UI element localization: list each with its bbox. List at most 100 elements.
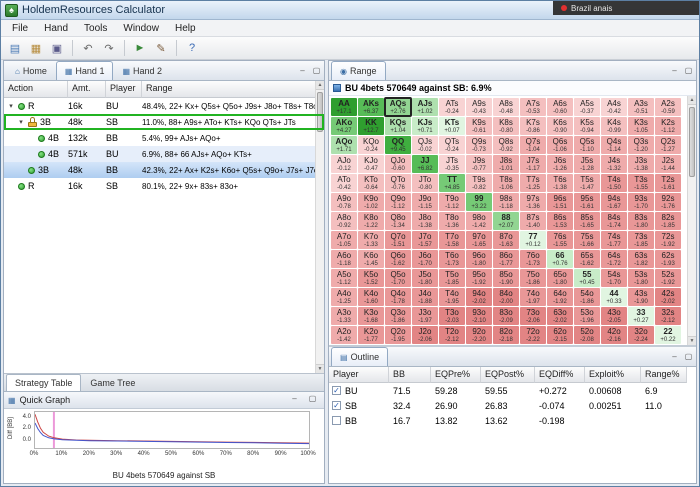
column-header-action[interactable]: Action (4, 81, 68, 98)
range-cell-aks[interactable]: AKs +6.37 (358, 98, 384, 116)
range-cell-94o[interactable]: 94o -2.02 (466, 288, 492, 306)
range-cell-93o[interactable]: 93o -2.10 (466, 307, 492, 325)
range-cell-a6o[interactable]: A6o -1.18 (331, 250, 357, 268)
save-icon[interactable]: ▣ (48, 39, 66, 57)
range-cell-a3o[interactable]: A3o -1.33 (331, 307, 357, 325)
player-checkbox-bb[interactable] (332, 416, 341, 425)
range-cell-j2s[interactable]: J2s -1.44 (655, 155, 681, 173)
range-cell-q4s[interactable]: Q4s -1.14 (601, 136, 627, 154)
range-cell-kto[interactable]: KTo -0.64 (358, 174, 384, 192)
range-cell-83o[interactable]: 83o -2.09 (493, 307, 519, 325)
range-cell-k2s[interactable]: K2s -1.12 (655, 117, 681, 135)
column-header-range-[interactable]: Range% (641, 367, 687, 383)
range-cell-q2o[interactable]: Q2o -1.95 (385, 326, 411, 344)
range-cell-j2o[interactable]: J2o -2.06 (412, 326, 438, 344)
undo-icon[interactable]: ↶ (79, 39, 97, 57)
range-cell-a9o[interactable]: A9o -0.78 (331, 193, 357, 211)
range-cell-q9s[interactable]: Q9s -0.73 (466, 136, 492, 154)
new-hand-icon[interactable]: ▤ (6, 39, 24, 57)
maximize-icon[interactable]: ▢ (682, 350, 695, 363)
range-cell-k8s[interactable]: K8s -0.80 (493, 117, 519, 135)
outline-row[interactable]: ✓ BU 71.5 59.28 59.55 +0.272 0.00608 6.9 (329, 383, 696, 398)
range-cell-q3o[interactable]: Q3o -1.86 (385, 307, 411, 325)
range-cell-t2s[interactable]: T2s -1.61 (655, 174, 681, 192)
range-cell-a4o[interactable]: A4o -1.25 (331, 288, 357, 306)
range-cell-k8o[interactable]: K8o -1.22 (358, 212, 384, 230)
range-cell-q7o[interactable]: Q7o -1.51 (385, 231, 411, 249)
range-cell-t7s[interactable]: T7s -1.25 (520, 174, 546, 192)
range-cell-62o[interactable]: 62o -2.15 (547, 326, 573, 344)
range-cell-22[interactable]: 22 +0.22 (655, 326, 681, 344)
range-cell-64o[interactable]: 64o -1.92 (547, 288, 573, 306)
column-header-player[interactable]: Player (106, 81, 142, 98)
range-cell-k3o[interactable]: K3o -1.68 (358, 307, 384, 325)
scroll-up-arrow[interactable]: ▲ (688, 96, 696, 105)
range-cell-t6o[interactable]: T6o -1.73 (439, 250, 465, 268)
range-cell-a8s[interactable]: A8s -0.48 (493, 98, 519, 116)
tab-outline[interactable]: ▤ Outline (331, 347, 389, 366)
calculate-icon[interactable]: ► (131, 39, 149, 57)
range-cell-88[interactable]: 88 +2.07 (493, 212, 519, 230)
range-cell-ato[interactable]: ATo -0.42 (331, 174, 357, 192)
range-cell-87o[interactable]: 87o -1.63 (493, 231, 519, 249)
range-cell-42o[interactable]: 42o -2.16 (601, 326, 627, 344)
range-cell-97o[interactable]: 97o -1.65 (466, 231, 492, 249)
outline-row[interactable]: ✓ SB 32.4 26.90 26.83 -0.074 0.00251 11.0 (329, 398, 696, 413)
range-cell-q4o[interactable]: Q4o -1.78 (385, 288, 411, 306)
range-cell-44[interactable]: 44 +0.33 (601, 288, 627, 306)
range-cell-k6s[interactable]: K6s -0.90 (547, 117, 573, 135)
range-cell-99[interactable]: 99 +3.22 (466, 193, 492, 211)
range-cell-k4s[interactable]: K4s -0.99 (601, 117, 627, 135)
range-cell-83s[interactable]: 83s -1.80 (628, 212, 654, 230)
column-header-exploit-[interactable]: Exploit% (585, 367, 641, 383)
help-icon[interactable]: ? (183, 39, 201, 57)
range-cell-76o[interactable]: 76o -1.73 (520, 250, 546, 268)
range-cell-j3o[interactable]: J3o -1.97 (412, 307, 438, 325)
range-cell-65s[interactable]: 65s -1.62 (574, 250, 600, 268)
range-cell-tt[interactable]: TT +4.85 (439, 174, 465, 192)
range-cell-63o[interactable]: 63o -2.02 (547, 307, 573, 325)
range-cell-75s[interactable]: 75s -1.66 (574, 231, 600, 249)
player-checkbox-sb[interactable]: ✓ (332, 401, 341, 410)
range-cell-j7s[interactable]: J7s -1.17 (520, 155, 546, 173)
range-cell-q5s[interactable]: Q5s -1.10 (574, 136, 600, 154)
range-cell-84s[interactable]: 84s -1.74 (601, 212, 627, 230)
range-cell-aa[interactable]: AA +17.1 (331, 98, 357, 116)
range-cell-q8o[interactable]: Q8o -1.34 (385, 212, 411, 230)
range-cell-t4o[interactable]: T4o -1.95 (439, 288, 465, 306)
range-cell-q9o[interactable]: Q9o -1.12 (385, 193, 411, 211)
range-cell-k7s[interactable]: K7s -0.86 (520, 117, 546, 135)
range-cell-kjs[interactable]: KJs +0.71 (412, 117, 438, 135)
range-cell-kts[interactable]: KTs +0.07 (439, 117, 465, 135)
menu-help[interactable]: Help (167, 22, 204, 35)
range-cell-a8o[interactable]: A8o -0.92 (331, 212, 357, 230)
range-cell-jto[interactable]: JTo -0.80 (412, 174, 438, 192)
range-cell-j7o[interactable]: J7o -1.57 (412, 231, 438, 249)
range-cell-jts[interactable]: JTs -0.35 (439, 155, 465, 173)
range-cell-66[interactable]: 66 +0.76 (547, 250, 573, 268)
menu-hand[interactable]: Hand (36, 22, 76, 35)
redo-icon[interactable]: ↷ (100, 39, 118, 57)
range-cell-86s[interactable]: 86s -1.53 (547, 212, 573, 230)
range-cell-75o[interactable]: 75o -1.86 (520, 269, 546, 287)
range-cell-43o[interactable]: 43o -2.05 (601, 307, 627, 325)
range-cell-j6s[interactable]: J6s -1.26 (547, 155, 573, 173)
range-cell-a3s[interactable]: A3s -0.51 (628, 98, 654, 116)
range-cell-q8s[interactable]: Q8s -0.92 (493, 136, 519, 154)
tab-range[interactable]: ◉ Range (331, 61, 386, 80)
tree-row[interactable]: 4B 571k BU 6.9%, 88+ 66 AJs+ AQo+ KTs+ (4, 146, 324, 162)
range-cell-96o[interactable]: 96o -1.80 (466, 250, 492, 268)
range-cell-k9s[interactable]: K9s -0.61 (466, 117, 492, 135)
minimize-icon[interactable]: – (288, 392, 301, 405)
scroll-thumb[interactable] (689, 107, 695, 177)
range-cell-t7o[interactable]: T7o -1.58 (439, 231, 465, 249)
tab-strategy-table[interactable]: Strategy Table (6, 374, 82, 391)
tree-row[interactable]: 4B 132k BB 5.4%, 99+ AJs+ AQo+ (4, 130, 324, 146)
range-cell-j4s[interactable]: J4s -1.32 (601, 155, 627, 173)
range-cell-t8s[interactable]: T8s -1.06 (493, 174, 519, 192)
range-cell-kqs[interactable]: KQs +1.04 (385, 117, 411, 135)
range-cell-a2s[interactable]: A2s -0.59 (655, 98, 681, 116)
range-cell-k4o[interactable]: K4o -1.60 (358, 288, 384, 306)
range-cell-t2o[interactable]: T2o -2.12 (439, 326, 465, 344)
range-cell-74o[interactable]: 74o -1.97 (520, 288, 546, 306)
